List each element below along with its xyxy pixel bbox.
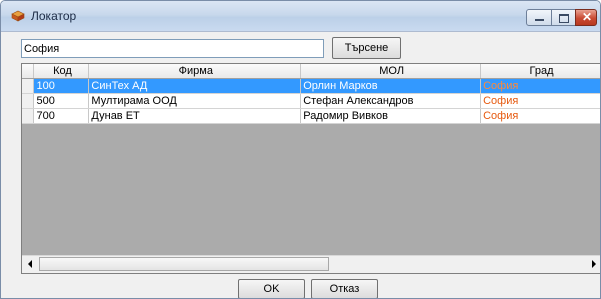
cancel-button[interactable]: Отказ (311, 279, 378, 298)
cell-company: Мултирама ООД (88, 93, 302, 109)
arrow-right-icon (592, 260, 596, 268)
column-header-mol[interactable]: МОЛ (300, 64, 482, 79)
row-indicator[interactable] (22, 93, 35, 109)
table-row[interactable]: 100 СинТех АД Орлин Марков София (22, 78, 600, 94)
cell-mol: Радомир Вивков (300, 108, 482, 124)
cell-mol: Орлин Марков (300, 78, 482, 94)
column-header-code[interactable]: Код (33, 64, 90, 79)
results-grid[interactable]: Код Фирма МОЛ Град 100 СинТех АД Орлин М… (21, 63, 600, 274)
cell-code: 500 (33, 93, 90, 109)
minimize-button[interactable] (526, 9, 552, 26)
row-indicator[interactable] (22, 108, 35, 124)
maximize-icon (559, 14, 569, 23)
cell-company: СинТех АД (88, 78, 302, 94)
row-indicator-header (22, 64, 35, 79)
column-header-company[interactable]: Фирма (88, 64, 302, 79)
results-table: Код Фирма МОЛ Град 100 СинТех АД Орлин М… (22, 64, 600, 124)
row-indicator[interactable] (22, 78, 35, 94)
table-row[interactable]: 500 Мултирама ООД Стефан Александров Соф… (22, 93, 600, 109)
cell-city: София (480, 78, 600, 94)
title-bar[interactable]: Локатор ✕ (1, 1, 600, 32)
scroll-thumb[interactable] (39, 257, 329, 271)
app-icon (11, 10, 25, 22)
ok-button[interactable]: OK (238, 279, 305, 298)
cell-mol: Стефан Александров (300, 93, 482, 109)
cell-city: София (480, 108, 600, 124)
maximize-button[interactable] (551, 9, 576, 26)
header-row: Код Фирма МОЛ Град (22, 64, 600, 79)
window-title: Локатор (31, 9, 77, 23)
scroll-left-button[interactable] (23, 257, 38, 271)
cell-company: Дунав ЕТ (88, 108, 302, 124)
cell-code: 700 (33, 108, 90, 124)
scroll-right-button[interactable] (586, 257, 600, 271)
cell-city: София (480, 93, 600, 109)
search-input[interactable] (21, 39, 324, 58)
close-button[interactable]: ✕ (575, 9, 597, 26)
minimize-icon (535, 19, 544, 21)
locator-window: Локатор ✕ Търсене Код Фирма МОЛ Град (0, 0, 601, 299)
close-icon: ✕ (581, 10, 593, 24)
horizontal-scrollbar[interactable] (22, 255, 600, 273)
arrow-left-icon (28, 260, 32, 268)
table-row[interactable]: 700 Дунав ЕТ Радомир Вивков София (22, 108, 600, 124)
cell-code: 100 (33, 78, 90, 94)
search-button[interactable]: Търсене (332, 37, 401, 59)
column-header-city[interactable]: Град (480, 64, 600, 79)
